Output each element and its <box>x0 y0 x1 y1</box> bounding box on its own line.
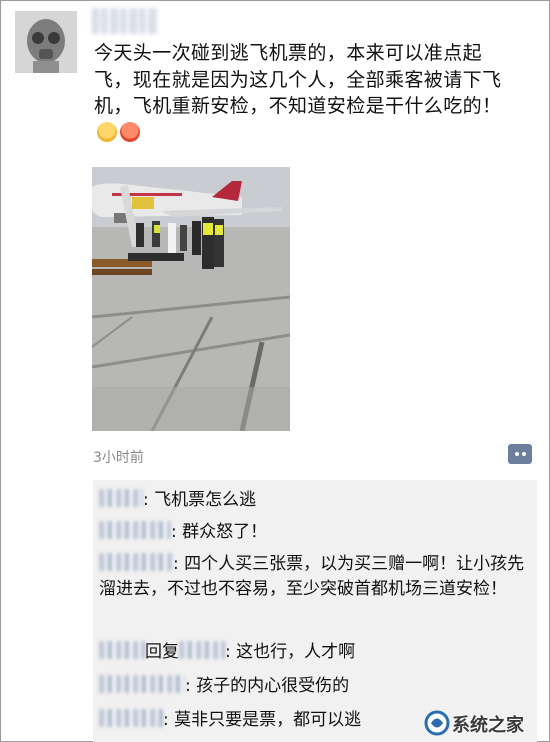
commenter-name[interactable] <box>99 553 173 571</box>
comment-item: : 飞机票怎么逃 <box>99 488 529 513</box>
comment-text: : 飞机票怎么逃 <box>143 490 257 510</box>
commenter-name[interactable] <box>99 489 143 507</box>
comments-section: : 飞机票怎么逃 : 群众怒了！ : 四个人买三张票，以为买三赠一啊！让小孩先溜… <box>93 480 537 742</box>
drool-face-emoji-icon <box>97 121 117 142</box>
comment-text: : 莫非只要是票，都可以逃 <box>163 710 362 730</box>
comment-item: : 孩子的内心很受伤的 <box>99 674 529 699</box>
comment-text: : 这也行，人才啊 <box>225 642 356 662</box>
watermark-text: 系统之家 <box>452 715 524 736</box>
post-body: 今天头一次碰到逃飞机票的，本来可以准点起飞，现在就是因为这几个人，全部乘客被请下… <box>94 42 502 117</box>
post-photo[interactable] <box>92 167 290 431</box>
comment-item: : 群众怒了！ <box>99 520 529 545</box>
watermark-logo-icon <box>424 710 450 736</box>
comment-text: : 孩子的内心很受伤的 <box>185 676 350 696</box>
airport-apron-photo <box>92 167 290 431</box>
commenter-name[interactable] <box>99 709 163 727</box>
comment-text: : 群众怒了！ <box>171 522 268 542</box>
comment-item: : 四个人买三张票，以为买三赠一啊！让小孩先溜进去，不过也不容易，至少突破首都机… <box>99 552 529 602</box>
avatar-image <box>15 11 77 73</box>
commenter-name[interactable] <box>99 641 145 659</box>
avatar[interactable] <box>15 11 77 73</box>
watermark: 系统之家 <box>420 708 548 738</box>
comment-more-icon[interactable] <box>508 444 532 464</box>
reply-word: 回复 <box>145 642 179 662</box>
post-text: 今天头一次碰到逃飞机票的，本来可以准点起飞，现在就是因为这几个人，全部乘客被请下… <box>94 40 512 146</box>
post-timestamp: 3小时前 <box>93 450 144 466</box>
author-name-blurred[interactable] <box>92 8 158 34</box>
commenter-name[interactable] <box>99 675 185 693</box>
reply-target-name[interactable] <box>179 641 225 659</box>
commenter-name[interactable] <box>99 521 171 539</box>
comment-item: 回复 : 这也行，人才啊 <box>99 640 529 665</box>
angry-face-emoji-icon <box>120 121 140 142</box>
